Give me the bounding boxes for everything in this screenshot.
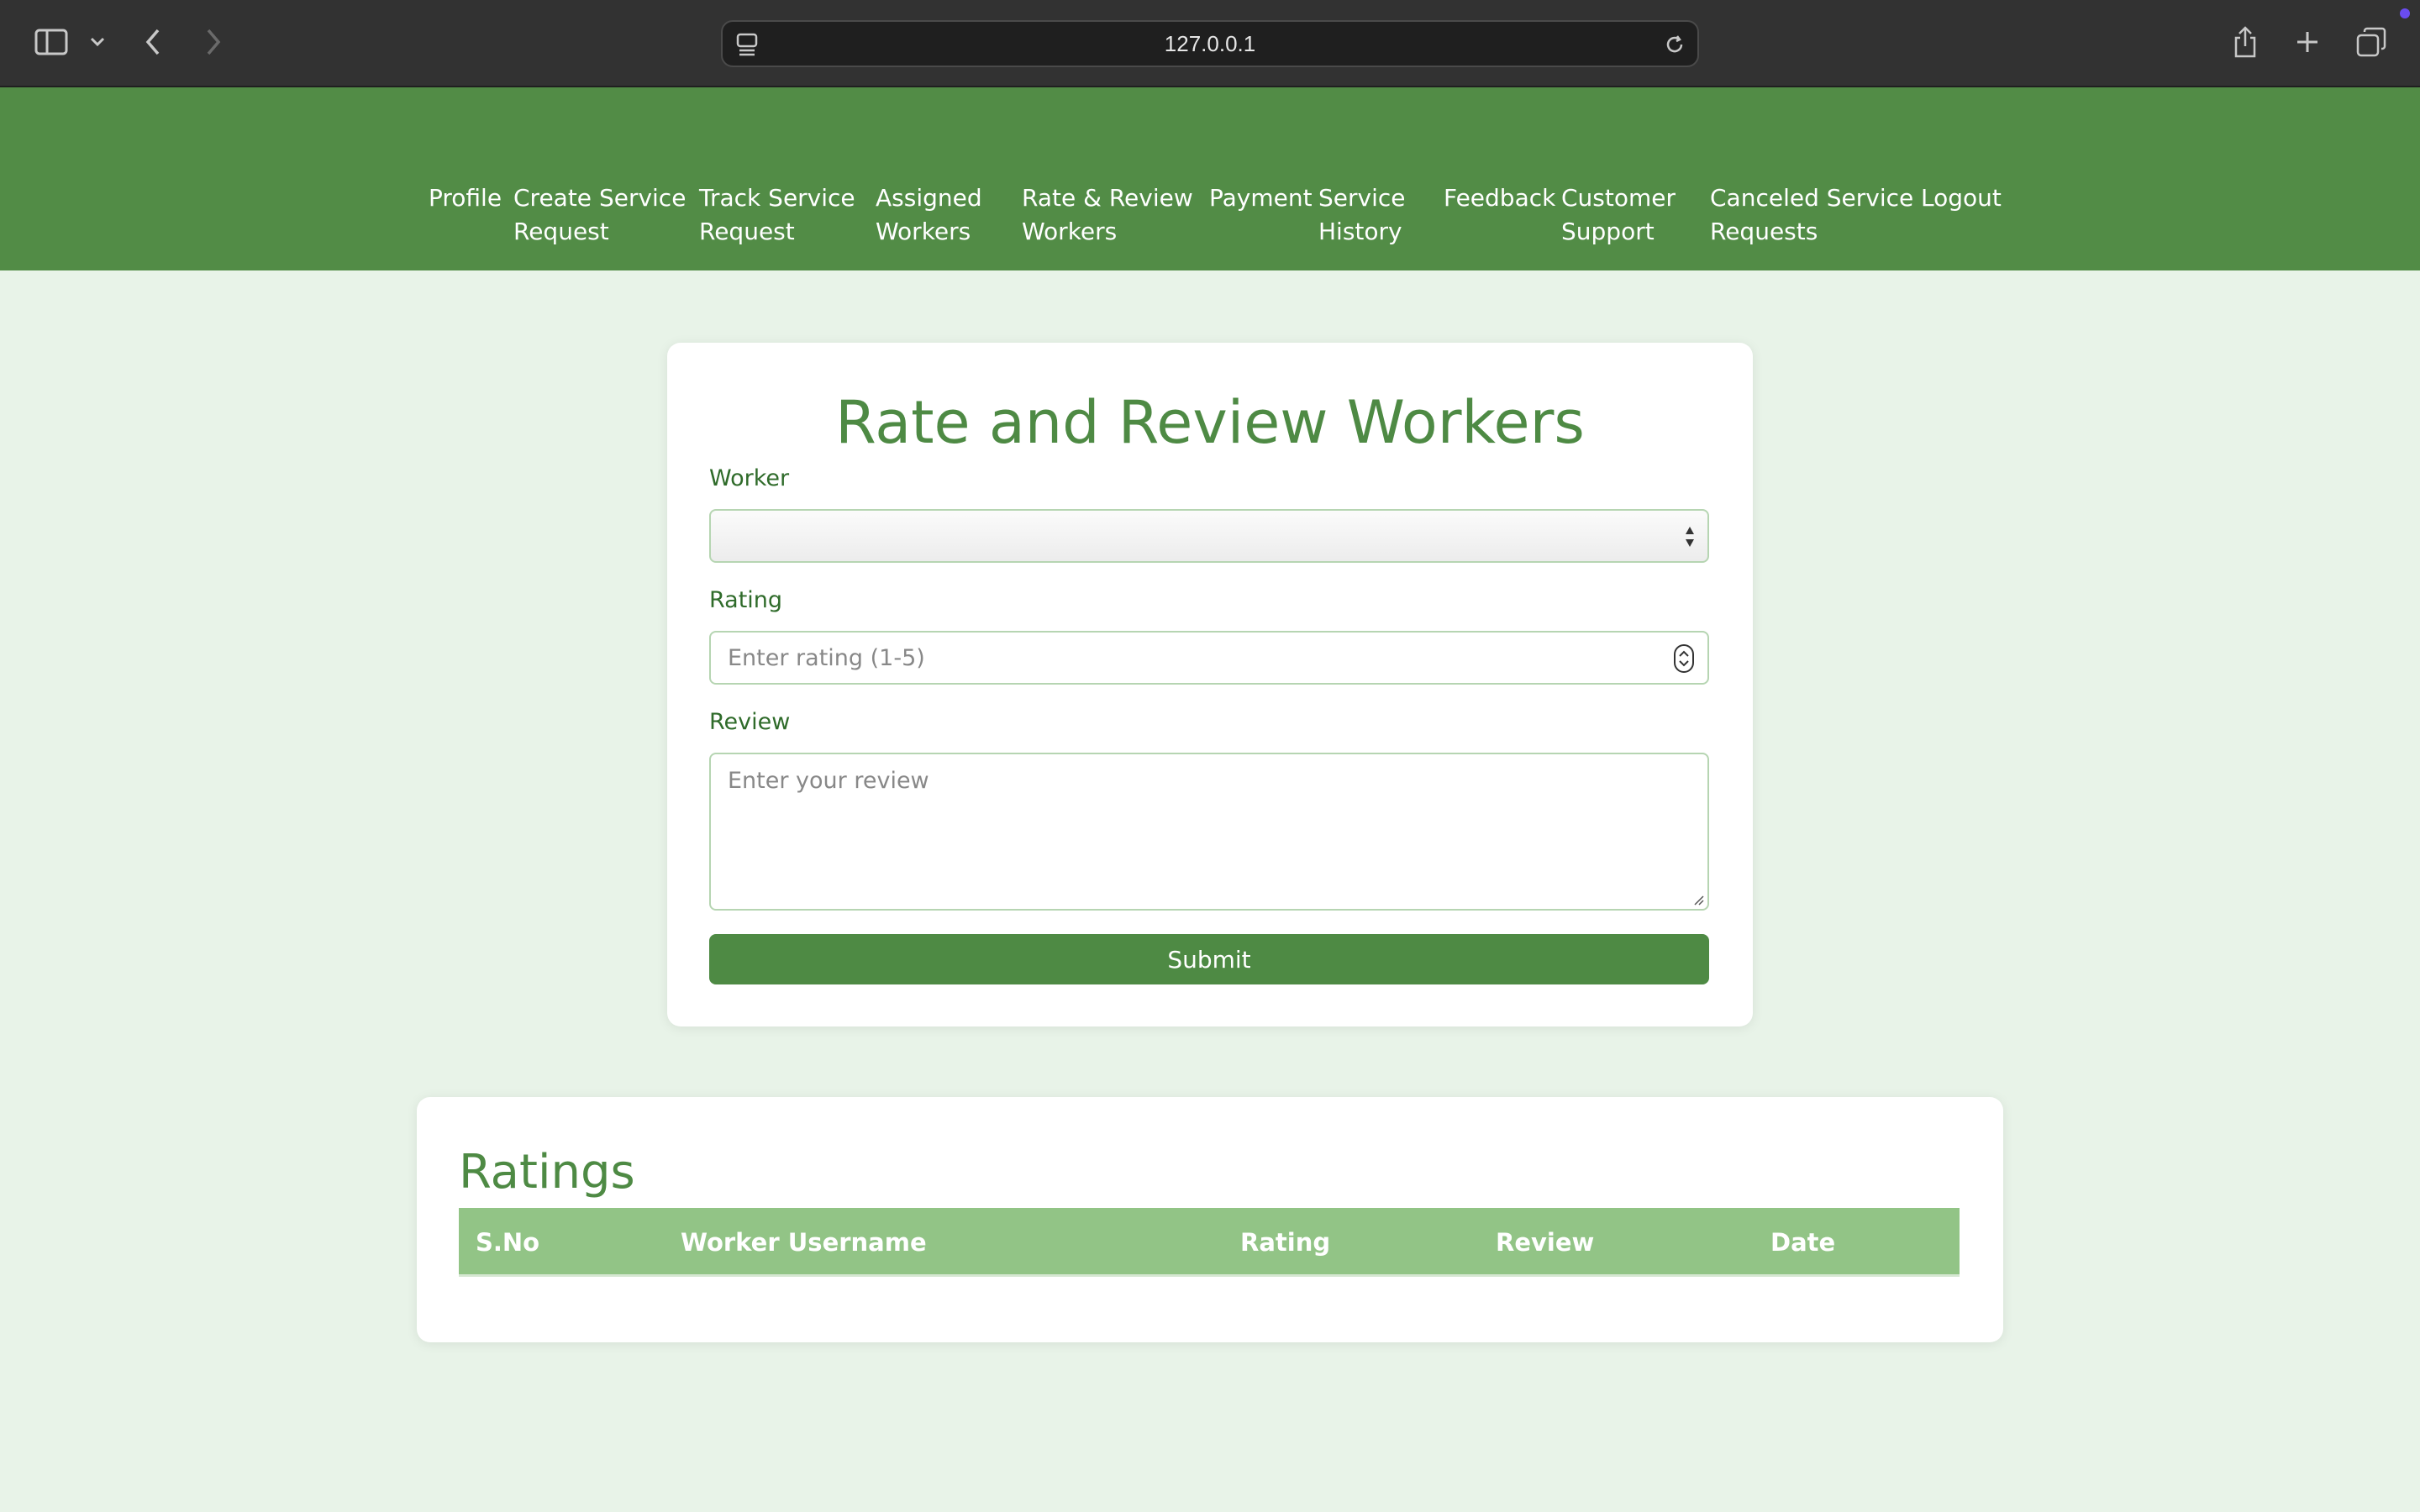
nav-item-label-line2: Request [699, 218, 795, 245]
nav-item-feedback[interactable]: Feedback [1444, 181, 1555, 215]
address-bar[interactable]: 127.0.0.1 [721, 20, 1699, 67]
rate-review-form-card: Rate and Review Workers Worker Rating En… [667, 343, 1753, 1026]
nav-item-label-line2: Requests [1710, 218, 1818, 245]
form-title: Rate and Review Workers [835, 388, 1585, 457]
new-tab-icon[interactable] [2292, 25, 2323, 59]
reload-icon[interactable] [1662, 32, 1687, 57]
nav-item-customer-support[interactable]: Customer Support [1561, 181, 1676, 249]
resize-handle-icon[interactable] [1692, 894, 1704, 906]
tab-overview-icon[interactable] [2354, 25, 2388, 59]
notification-dot [2400, 8, 2410, 18]
rating-input[interactable]: Enter rating (1-5) [709, 631, 1709, 685]
nav-item-label: Feedback [1444, 184, 1556, 212]
column-header-rating: Rating [1240, 1228, 1331, 1257]
nav-item-rate-review-workers[interactable]: Rate & Review Workers [1022, 181, 1193, 249]
nav-item-track-service-request[interactable]: Track Service Request [699, 181, 855, 249]
review-label: Review [709, 709, 791, 735]
nav-item-profile[interactable]: Profile [429, 181, 502, 215]
submit-button[interactable]: Submit [709, 934, 1709, 984]
nav-item-create-service-request[interactable]: Create Service Request [513, 181, 686, 249]
worker-label: Worker [709, 465, 790, 491]
nav-item-label: Customer [1561, 184, 1676, 212]
select-arrows-icon [1686, 527, 1694, 547]
nav-item-label: Assigned [876, 184, 982, 212]
column-header-sno: S.No [476, 1228, 540, 1257]
nav-item-service-history[interactable]: Service History [1318, 181, 1405, 249]
nav-item-label: Payment [1209, 184, 1313, 212]
rating-label: Rating [709, 587, 783, 613]
url-text: 127.0.0.1 [1164, 30, 1256, 56]
column-header-worker-username: Worker Username [681, 1228, 927, 1257]
nav-item-label: Service [1318, 184, 1406, 212]
review-placeholder: Enter your review [728, 768, 929, 794]
sidebar-toggle-icon[interactable] [34, 27, 69, 57]
ratings-card: Ratings S.No Worker Username Rating Revi… [417, 1097, 2003, 1342]
review-textarea[interactable]: Enter your review [709, 753, 1709, 911]
ratings-title: Ratings [459, 1145, 635, 1200]
browser-toolbar: 127.0.0.1 [0, 0, 2420, 87]
nav-item-label-line2: Workers [1022, 218, 1118, 245]
nav-item-canceled-service-requests[interactable]: Canceled Service Requests [1710, 181, 1913, 249]
ratings-table-header: S.No Worker Username Rating Review Date [459, 1208, 1960, 1277]
nav-item-label: Create Service [513, 184, 687, 212]
worker-select[interactable] [709, 509, 1709, 563]
nav-item-label-line2: History [1318, 218, 1402, 245]
nav-item-label: Logout [1921, 184, 2002, 212]
nav-item-label-line2: Support [1561, 218, 1655, 245]
share-icon[interactable] [2230, 24, 2260, 60]
forward-icon[interactable] [200, 25, 227, 59]
nav-item-label: Track Service [699, 184, 855, 212]
rating-placeholder: Enter rating (1-5) [728, 644, 925, 671]
nav-item-label-line2: Workers [876, 218, 971, 245]
column-header-date: Date [1770, 1228, 1836, 1257]
nav-item-label: Rate & Review [1022, 184, 1193, 212]
number-spinner-icon[interactable] [1674, 644, 1694, 673]
nav-item-label: Canceled Service [1710, 184, 1914, 212]
back-icon[interactable] [139, 25, 166, 59]
nav-item-payment[interactable]: Payment [1209, 181, 1313, 215]
nav-item-label: Profile [429, 184, 502, 212]
nav-item-assigned-workers[interactable]: Assigned Workers [876, 181, 982, 249]
chevron-down-icon[interactable] [87, 30, 108, 54]
column-header-review: Review [1496, 1228, 1595, 1257]
nav-item-label-line2: Request [513, 218, 609, 245]
main-navigation: Profile Create Service Request Track Ser… [0, 87, 2420, 270]
nav-item-logout[interactable]: Logout [1921, 181, 2002, 215]
